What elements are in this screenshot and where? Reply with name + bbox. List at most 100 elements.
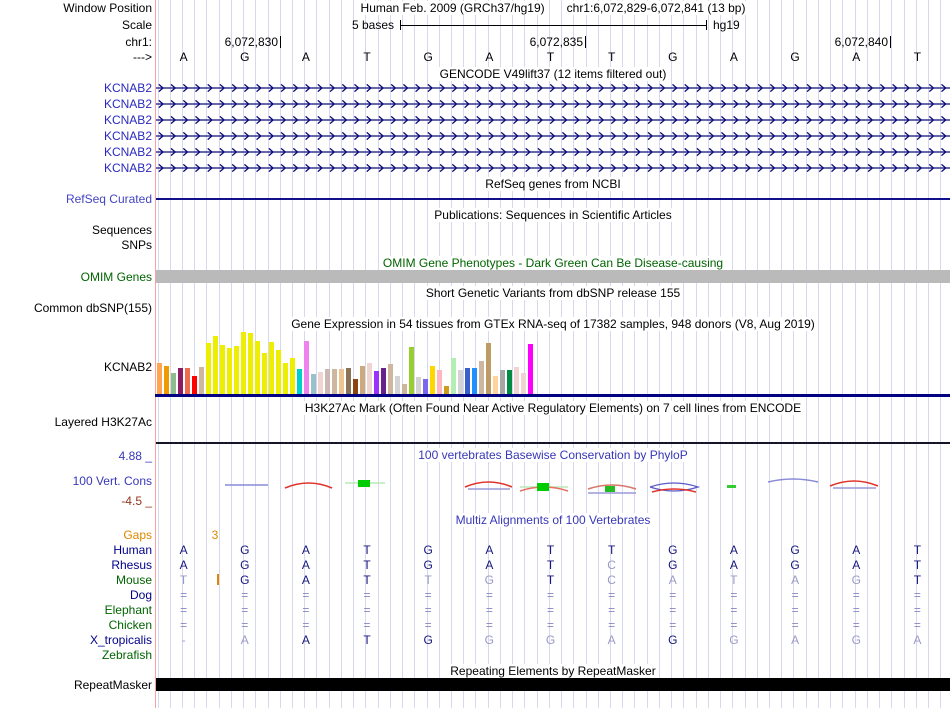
track-label-elephant[interactable]: Elephant: [105, 604, 152, 616]
multiz-base-cell: =: [669, 618, 677, 632]
track-label-rhesus[interactable]: Rhesus: [111, 559, 152, 571]
track-title-text: GENCODE V49lift37 (12 items filtered out…: [436, 67, 670, 81]
multiz-base-cell: G: [423, 633, 433, 647]
multiz-base-cell: =: [791, 588, 799, 602]
track-title[interactable]: RefSeq genes from NCBI: [156, 177, 950, 191]
multiz-base-cell: T: [363, 633, 371, 647]
multiz-base-cell: =: [363, 588, 371, 602]
track-label-kcnab2[interactable]: KCNAB2: [104, 146, 152, 158]
multiz-base-cell: G: [423, 543, 433, 557]
multiz-base-cell: A: [301, 543, 310, 557]
coordinate-tick: [280, 36, 281, 48]
track-label-snps[interactable]: SNPs: [121, 239, 152, 251]
track-title-text: OMIM Gene Phenotypes - Dark Green Can Be…: [379, 256, 727, 270]
track-label-kcnab2[interactable]: KCNAB2: [104, 162, 152, 174]
track-title[interactable]: Gene Expression in 54 tissues from GTEx …: [156, 317, 950, 331]
track-title[interactable]: Repeating Elements by RepeatMasker: [156, 664, 950, 678]
track-label-chr1-[interactable]: chr1:: [125, 36, 152, 48]
track-label-gaps[interactable]: Gaps: [123, 529, 152, 541]
track-label-dog[interactable]: Dog: [130, 589, 152, 601]
track-label--[interactable]: --->: [133, 51, 152, 63]
multiz-base-cell: A: [301, 633, 310, 647]
track-label-x_tropicalis[interactable]: X_tropicalis: [90, 634, 152, 646]
multiz-base-cell: A: [729, 558, 738, 572]
multiz-base-cell: A: [179, 558, 188, 572]
track-title-text: 100 vertebrates Basewise Conservation by…: [415, 448, 691, 462]
reference-base-letter: G: [668, 50, 678, 64]
track-label-common-dbsnp-155-[interactable]: Common dbSNP(155): [34, 302, 152, 314]
multiz-base-cell: =: [363, 603, 371, 617]
track-title[interactable]: Multiz Alignments of 100 Vertebrates: [156, 513, 950, 527]
track-title-text: H3K27Ac Mark (Often Found Near Active Re…: [301, 401, 805, 415]
multiz-base-cell: =: [852, 618, 860, 632]
multiz-base-cell: T: [546, 573, 555, 587]
multiz-base-cell: =: [180, 618, 188, 632]
track-label-100-vert-cons[interactable]: 100 Vert. Cons: [73, 475, 152, 487]
track-label-refseq-curated[interactable]: RefSeq Curated: [66, 193, 152, 205]
track-title-text: Multiz Alignments of 100 Vertebrates: [452, 513, 654, 527]
multiz-base-cell: A: [240, 633, 249, 647]
reference-base-letter: A: [179, 50, 188, 64]
track-label-omim-genes[interactable]: OMIM Genes: [81, 271, 152, 283]
multiz-base-cell: T: [913, 543, 922, 557]
scale-value-label: 5 bases: [351, 18, 394, 32]
assembly-label: Human Feb. 2009 (GRCh37/hg19): [358, 1, 547, 15]
track-label-sequences[interactable]: Sequences: [92, 224, 152, 236]
multiz-base-cell: G: [423, 558, 433, 572]
multiz-base-cell: G: [668, 558, 678, 572]
track-title[interactable]: OMIM Gene Phenotypes - Dark Green Can Be…: [156, 256, 950, 270]
multiz-base-cell: =: [669, 603, 677, 617]
multiz-base-cell: T: [363, 543, 371, 557]
multiz-gap-count: 3: [211, 528, 219, 542]
track-label-mouse[interactable]: Mouse: [116, 574, 152, 586]
multiz-base-cell: =: [485, 603, 493, 617]
multiz-base-cell: T: [179, 573, 188, 587]
track-label-kcnab2[interactable]: KCNAB2: [104, 130, 152, 142]
multiz-base-cell: =: [485, 618, 493, 632]
coordinate-tick: [585, 36, 586, 48]
multiz-base-cell: T: [913, 558, 922, 572]
track-label--4-5-[interactable]: -4.5 _: [121, 495, 152, 507]
multiz-base-cell: =: [608, 618, 616, 632]
track-label-zebrafish[interactable]: Zebrafish: [102, 649, 152, 661]
multiz-base-cell: =: [730, 588, 738, 602]
reference-base-letter: T: [913, 50, 922, 64]
track-label-kcnab2[interactable]: KCNAB2: [104, 98, 152, 110]
multiz-base-cell: =: [424, 603, 432, 617]
multiz-base-cell: =: [363, 618, 371, 632]
track-title[interactable]: GENCODE V49lift37 (12 items filtered out…: [156, 67, 950, 81]
track-label-repeatmasker[interactable]: RepeatMasker: [74, 679, 152, 691]
track-title[interactable]: Publications: Sequences in Scientific Ar…: [156, 208, 950, 222]
coordinate-tick: [890, 36, 891, 48]
multiz-base-cell: T: [363, 573, 371, 587]
track-label-chicken[interactable]: Chicken: [109, 619, 152, 631]
multiz-base-cell: T: [424, 573, 432, 587]
track-title-text: Repeating Elements by RepeatMasker: [447, 664, 659, 678]
multiz-base-cell: A: [301, 573, 310, 587]
track-label-window-position[interactable]: Window Position: [63, 2, 152, 14]
multiz-base-cell: G: [240, 573, 250, 587]
track-label-kcnab2[interactable]: KCNAB2: [104, 82, 152, 94]
reference-base-letter: G: [423, 50, 433, 64]
track-title[interactable]: Short Genetic Variants from dbSNP releas…: [156, 286, 950, 300]
multiz-base-cell: G: [484, 633, 495, 647]
multiz-base-cell: =: [546, 603, 554, 617]
track-label-layered-h3k27ac[interactable]: Layered H3K27Ac: [55, 416, 152, 428]
track-label-kcnab2[interactable]: KCNAB2: [104, 114, 152, 126]
track-label-human[interactable]: Human: [113, 544, 152, 556]
window-position-title: Human Feb. 2009 (GRCh37/hg19) chr1:6,072,…: [156, 1, 950, 15]
multiz-base-cell: A: [729, 543, 738, 557]
track-title-text: Gene Expression in 54 tissues from GTEx …: [288, 317, 818, 331]
multiz-base-cell: A: [668, 573, 677, 587]
multiz-base-cell: =: [852, 603, 860, 617]
multiz-base-cell: =: [608, 588, 616, 602]
reference-base-letter: G: [790, 50, 800, 64]
coordinate-label: 6,072,835: [529, 35, 583, 49]
track-label-kcnab2[interactable]: KCNAB2: [104, 361, 152, 373]
text-layer: Human Feb. 2009 (GRCh37/hg19) chr1: 6,072,…: [0, 0, 950, 708]
multiz-base-cell: T: [607, 543, 616, 557]
track-label-4-88-[interactable]: 4.88 _: [119, 450, 152, 462]
track-title[interactable]: 100 vertebrates Basewise Conservation by…: [156, 448, 950, 462]
track-title[interactable]: H3K27Ac Mark (Often Found Near Active Re…: [156, 401, 950, 415]
track-label-scale[interactable]: Scale: [122, 19, 152, 31]
